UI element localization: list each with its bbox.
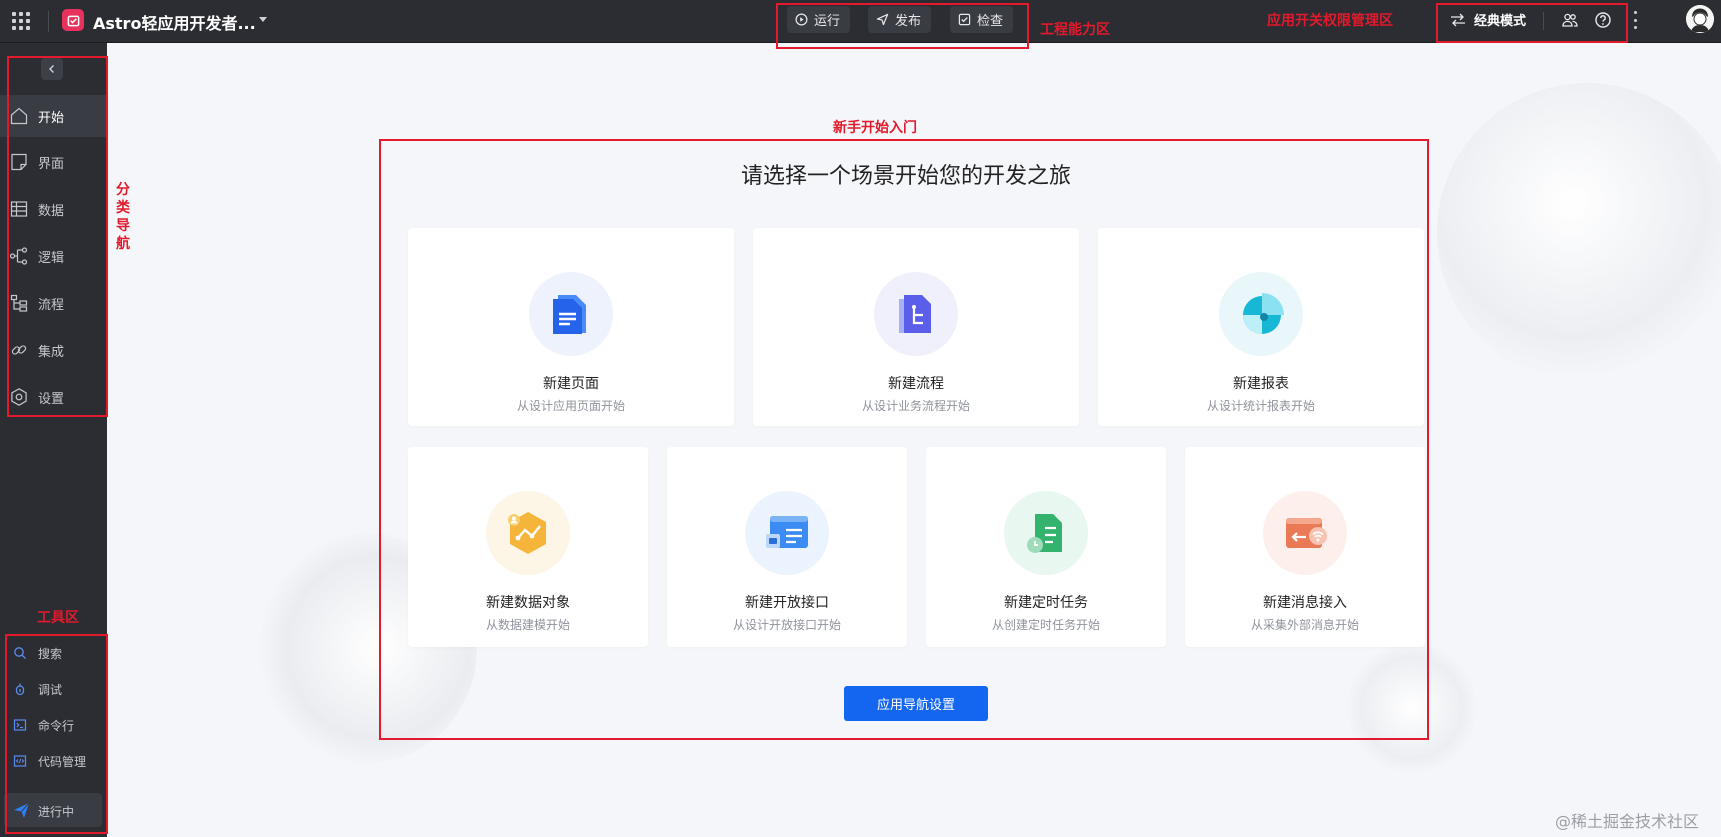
annotation-box-tools bbox=[5, 634, 108, 834]
app-logo-icon bbox=[62, 9, 84, 31]
annotation-box-engineering bbox=[776, 3, 1029, 49]
app-dropdown-caret-icon[interactable] bbox=[259, 17, 267, 22]
annotation-box-nav bbox=[7, 56, 108, 417]
annotation-nav-label: 分类导航 bbox=[116, 182, 130, 252]
annotation-newbie-label: 新手开始入门 bbox=[833, 120, 917, 136]
annotation-engineering-label: 工程能力区 bbox=[1040, 22, 1110, 38]
annotation-tool-label: 工具区 bbox=[37, 610, 79, 626]
divider bbox=[48, 11, 49, 32]
app-grid-icon[interactable] bbox=[12, 12, 30, 30]
annotation-box-permission bbox=[1436, 3, 1628, 43]
background-decoration bbox=[1437, 83, 1721, 383]
annotation-box-newbie bbox=[379, 139, 1429, 740]
avatar[interactable] bbox=[1686, 5, 1714, 33]
annotation-permission-label: 应用开关权限管理区 bbox=[1267, 13, 1393, 29]
more-vertical-icon[interactable] bbox=[1633, 11, 1637, 29]
app-name[interactable]: Astro轻应用开发者... bbox=[93, 10, 256, 34]
watermark: @稀土掘金技术社区 bbox=[1555, 812, 1700, 831]
